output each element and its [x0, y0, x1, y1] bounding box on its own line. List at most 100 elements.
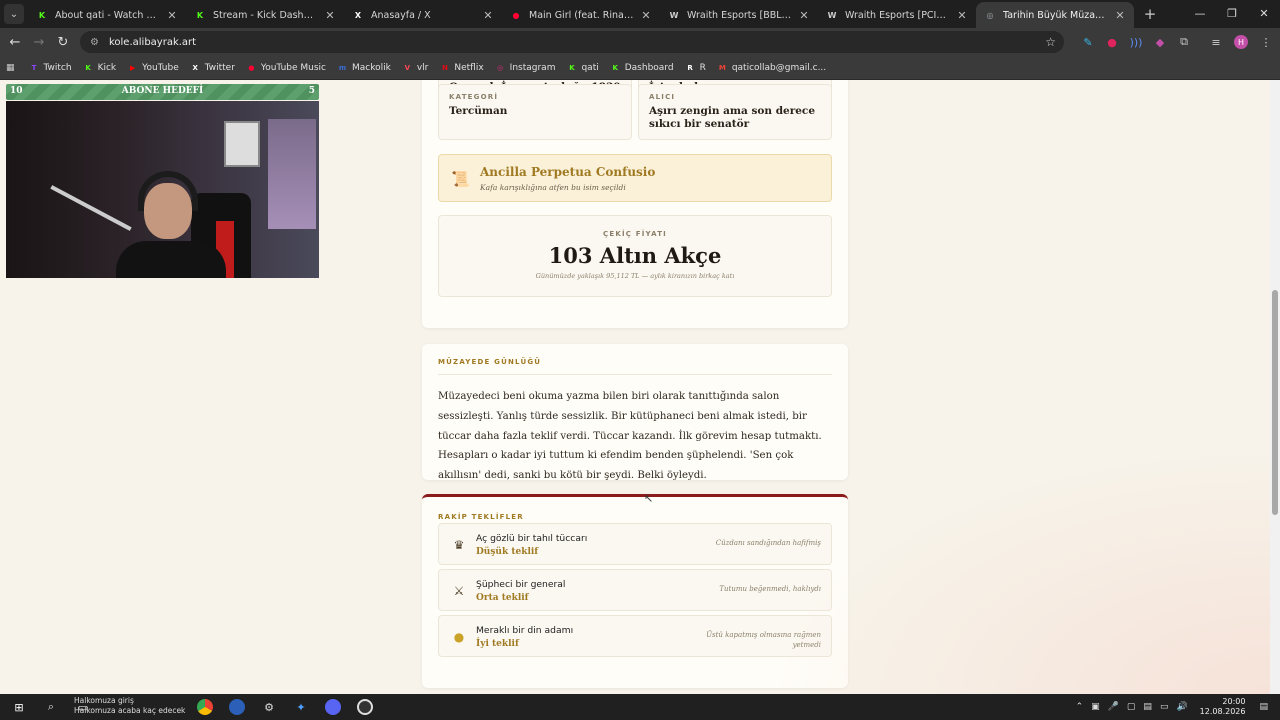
- close-tab-icon[interactable]: ✕: [1114, 9, 1126, 22]
- clock-time: 20:00: [1222, 697, 1246, 706]
- clock[interactable]: 20:00 12.08.2026: [1200, 697, 1246, 717]
- bookmark-item[interactable]: T Twitch: [29, 62, 72, 73]
- bookmark-item[interactable]: Mqaticollab@gmail.c...: [717, 62, 826, 73]
- tab-title: Anasayfa / X: [371, 9, 431, 21]
- close-tab-icon[interactable]: ✕: [482, 9, 494, 22]
- tray-camera-icon[interactable]: ▤: [1143, 702, 1152, 712]
- bookmark-favicon-icon: T: [31, 63, 37, 72]
- restore-button[interactable]: ❐: [1216, 0, 1248, 28]
- rival-offer: ⚔ Şüpheci bir general Orta teklif Tutumu be…: [438, 569, 832, 611]
- bookmark-label: Twitch: [43, 62, 72, 73]
- tab-search-button[interactable]: ⌄: [4, 4, 24, 24]
- w-icon: W: [827, 10, 837, 20]
- wall-posters: [268, 119, 316, 229]
- webcam-overlay: [6, 101, 319, 278]
- bookmark-item[interactable]: K Dashboard: [610, 62, 674, 73]
- tab-title: Stream - Kick Dashboard: [213, 9, 318, 21]
- tray-device-icon[interactable]: ▢: [1127, 702, 1136, 712]
- candle-icon: ●: [453, 630, 465, 644]
- tray-chevron-icon[interactable]: ⌃: [1076, 702, 1084, 712]
- bookmark-item[interactable]: m Mackolik: [337, 62, 391, 73]
- extension-red-icon[interactable]: ●: [1100, 36, 1124, 49]
- chrome-taskbar-icon[interactable]: [192, 696, 218, 718]
- bookmark-favicon-icon: m: [338, 63, 347, 72]
- extension-audio-icon[interactable]: ))): [1124, 36, 1148, 49]
- reading-list-icon[interactable]: ≡: [1204, 36, 1228, 49]
- bookmark-favicon-icon: ▶: [129, 63, 136, 72]
- headphones-icon: [138, 171, 198, 211]
- minimize-button[interactable]: —: [1184, 0, 1216, 28]
- window-controls: — ❐ ✕: [1184, 0, 1280, 28]
- app-network-icon[interactable]: ✦: [288, 696, 314, 718]
- browser-tab[interactable]: ● Main Girl (feat. Rina Whorg ✕: [502, 2, 660, 28]
- bookmark-favicon-icon: ◎: [497, 63, 504, 72]
- close-window-button[interactable]: ✕: [1248, 0, 1280, 28]
- bookmark-item[interactable]: RR: [685, 62, 705, 73]
- bookmark-item[interactable]: ● YouTube Music: [246, 62, 326, 73]
- close-tab-icon[interactable]: ✕: [798, 9, 810, 22]
- app-discord-icon[interactable]: [320, 696, 346, 718]
- site-info-icon[interactable]: ⚙: [90, 37, 99, 48]
- goal-title: ABONE HEDEFİ: [121, 86, 204, 96]
- tab-title: About qati - Watch Live on Kick: [55, 9, 160, 21]
- apps-grid-icon[interactable]: ▦: [6, 63, 15, 73]
- notifications-icon[interactable]: ▤: [1259, 702, 1268, 712]
- close-tab-icon[interactable]: ✕: [324, 9, 336, 22]
- bookmark-label: Kick: [97, 62, 117, 73]
- profile-avatar[interactable]: H: [1234, 35, 1248, 49]
- app-blue-icon[interactable]: [224, 696, 250, 718]
- browser-tab[interactable]: K About qati - Watch Live on Kick ✕: [28, 2, 186, 28]
- clock-date: 12.08.2026: [1199, 707, 1246, 716]
- bookmark-list: T Twitch K Kick ▶ YouTube X Twitter ● YouTube Mus…: [29, 62, 838, 73]
- app-obs-icon[interactable]: [352, 696, 378, 718]
- bookmark-favicon-icon: V: [404, 63, 411, 72]
- browser-tab[interactable]: W Wraith Esports [BBL Edition] Ar ✕: [660, 2, 818, 28]
- buyer-cell: ALICI Aşırı zengin ama son derece sıkıcı…: [638, 84, 832, 140]
- bookmark-item[interactable]: X Twitter: [190, 62, 235, 73]
- microphone-icon[interactable]: 🎤: [1108, 702, 1119, 712]
- bookmark-star-icon[interactable]: ☆: [1045, 35, 1056, 49]
- bookmark-item[interactable]: N Netflix: [439, 62, 484, 73]
- browser-tab[interactable]: ◎ Tarihin Büyük Müzayedesi — Se ✕: [976, 2, 1134, 28]
- bookmark-item[interactable]: ◎ Instagram: [495, 62, 555, 73]
- bookmark-label: YouTube Music: [260, 62, 326, 73]
- extensions-area: ✎ ● ))) ◆ ⧉ ≡ H ⋮: [1076, 28, 1278, 56]
- windows-start-icon[interactable]: ⊞: [6, 696, 32, 718]
- mouse-cursor-icon: ↖: [644, 492, 654, 505]
- bookmark-item[interactable]: Vvlr: [402, 62, 429, 73]
- tray-app-icon[interactable]: ▣: [1091, 702, 1100, 712]
- app-settings-icon[interactable]: ⚙: [256, 696, 282, 718]
- browser-menu-icon[interactable]: ⋮: [1254, 36, 1278, 49]
- search-icon[interactable]: ⌕: [38, 696, 64, 718]
- close-tab-icon[interactable]: ✕: [640, 9, 652, 22]
- offer-comment: Üstü kapatmış olmasına rağmen yetmedi: [706, 631, 821, 649]
- scrollbar-thumb[interactable]: [1272, 290, 1278, 515]
- bookmark-item[interactable]: K Kick: [83, 62, 117, 73]
- bidder-name: Aç gözlü bir tahıl tüccarı: [476, 533, 588, 544]
- page-scrollbar[interactable]: [1270, 80, 1280, 694]
- url-text: kole.alibayrak.art: [108, 36, 197, 48]
- bookmark-item[interactable]: Kqati: [566, 62, 598, 73]
- goal-remaining: 5: [308, 86, 315, 96]
- close-tab-icon[interactable]: ✕: [166, 9, 178, 22]
- network-icon[interactable]: ▭: [1160, 702, 1169, 712]
- latin-name: Ancilla Perpetua Confusio: [480, 165, 656, 179]
- browser-tab[interactable]: W Wraith Esports [PCIFIC Edition] ✕: [818, 2, 976, 28]
- bookmark-item[interactable]: ▶ YouTube: [127, 62, 179, 73]
- back-button[interactable]: ←: [3, 35, 27, 50]
- address-bar[interactable]: ⚙ kole.alibayrak.art ☆: [80, 31, 1064, 53]
- extensions-puzzle-icon[interactable]: ⧉: [1172, 35, 1196, 49]
- browser-tab[interactable]: K Stream - Kick Dashboard ✕: [186, 2, 344, 28]
- forward-button[interactable]: →: [27, 35, 51, 50]
- volume-icon[interactable]: 🔊: [1176, 702, 1187, 712]
- bidder-name: Meraklı bir din adamı: [476, 625, 574, 636]
- extension-translate-icon[interactable]: ✎: [1076, 36, 1100, 49]
- category-label: KATEGORİ: [449, 93, 499, 101]
- new-tab-button[interactable]: +: [1140, 4, 1160, 24]
- browser-tab[interactable]: X Anasayfa / X ✕: [344, 2, 502, 28]
- reload-button[interactable]: ↻: [51, 35, 75, 50]
- crown-icon: ♛: [453, 538, 465, 552]
- close-tab-icon[interactable]: ✕: [956, 9, 968, 22]
- extension-purple-icon[interactable]: ◆: [1148, 36, 1172, 49]
- bookmark-label: YouTube: [142, 62, 179, 73]
